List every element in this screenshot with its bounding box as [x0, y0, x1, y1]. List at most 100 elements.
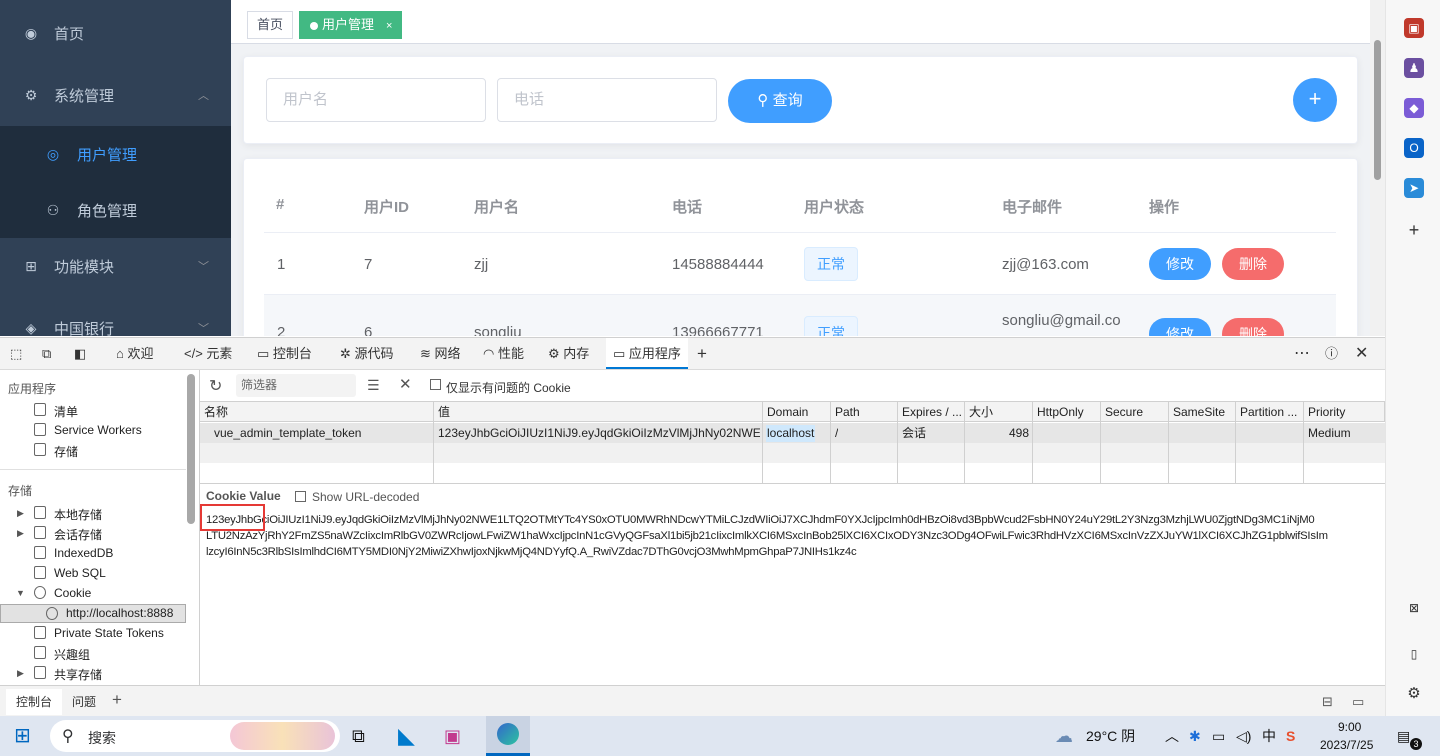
tab-sources[interactable]: ✲ 源代码 [340, 338, 394, 369]
sidebar-toggle-icon[interactable]: ▯ [1404, 644, 1424, 664]
add-tab-icon[interactable]: + [697, 338, 707, 369]
tree-item-local-storage[interactable]: 本地存储 [54, 506, 102, 523]
filter-input[interactable]: 筛选器 [236, 374, 356, 397]
edge-taskbar-button[interactable] [486, 716, 530, 756]
refresh-icon[interactable]: ↻ [209, 376, 222, 396]
delete-all-icon[interactable]: ✕ [399, 375, 412, 393]
clock-time[interactable]: 9:00 [1338, 720, 1361, 734]
tree-item-private-state-tokens[interactable]: Private State Tokens [54, 626, 164, 640]
col-size[interactable]: 大小 [965, 402, 1033, 422]
col-expires[interactable]: Expires / ... [898, 402, 965, 422]
col-partition[interactable]: Partition ... [1236, 402, 1304, 422]
cookie-value-text[interactable]: 123eyJhbGciOiJIUzI1NiJ9.eyJqdGkiOiIzMzVl… [206, 512, 1381, 560]
send-icon[interactable]: ➤ [1404, 178, 1424, 198]
notification-icon[interactable]: ▤ [1397, 716, 1410, 756]
clear-filtered-icon[interactable]: ☰ [367, 377, 380, 394]
intellij-icon[interactable]: ▣ [444, 716, 461, 756]
tab-welcome[interactable]: ⌂ 欢迎 [116, 338, 154, 369]
only-issues-checkbox[interactable] [430, 379, 441, 390]
expand-icon[interactable]: ▶ [17, 528, 24, 539]
tree-item-localhost-cookie[interactable]: http://localhost:8888 [66, 606, 173, 620]
weather-label[interactable]: 29°C 阴 [1086, 716, 1135, 756]
scrollbar-thumb[interactable] [187, 374, 195, 524]
tree-item-interest-groups[interactable]: 兴趣组 [54, 646, 90, 663]
col-name[interactable]: 名称 [200, 402, 434, 422]
sidebar-item-users[interactable]: ◎ 用户管理 [0, 126, 231, 182]
phone-input[interactable]: 电话 [497, 78, 717, 122]
tree-item-cookie[interactable]: Cookie [54, 586, 91, 600]
col-domain[interactable]: Domain [763, 402, 831, 422]
more-icon[interactable]: ⋯ [1294, 338, 1310, 369]
screenshot-icon[interactable]: ⊠ [1404, 598, 1424, 618]
tree-item-storage[interactable]: 存储 [54, 443, 78, 460]
scrollbar-thumb[interactable] [1374, 40, 1381, 180]
tools-icon[interactable]: ▣ [1404, 18, 1424, 38]
drawer-tab-console[interactable]: 控制台 [6, 689, 63, 715]
col-httponly[interactable]: HttpOnly [1033, 402, 1101, 422]
tray-app-icon[interactable]: ✱ [1189, 716, 1201, 756]
tree-item-indexeddb[interactable]: IndexedDB [54, 546, 113, 560]
delete-button[interactable]: 删除 [1222, 318, 1284, 336]
col-secure[interactable]: Secure [1101, 402, 1169, 422]
col-path[interactable]: Path [831, 402, 898, 422]
office-icon[interactable]: ◆ [1404, 98, 1424, 118]
windows-start-icon[interactable]: ⊞ [14, 716, 31, 756]
tab-memory[interactable]: ⚙ 内存 [548, 338, 589, 369]
add-drawer-tab-icon[interactable]: + [112, 690, 122, 710]
chevron-up-icon[interactable]: ︿ [1165, 716, 1179, 756]
tree-item-shared-storage[interactable]: 共享存储 [54, 666, 102, 683]
tree-item-manifest[interactable]: 清单 [54, 403, 78, 420]
collapse-icon[interactable]: ▼ [16, 588, 25, 598]
network-icon[interactable]: ▭ [1212, 716, 1225, 756]
settings-icon[interactable]: ⚙ [1404, 684, 1424, 704]
sidebar-item-modules[interactable]: ⊞ 功能模块 ﹀ [0, 238, 231, 294]
expand-icon[interactable]: ▶ [17, 508, 24, 519]
col-value[interactable]: 值 [434, 402, 763, 422]
tree-item-service-workers[interactable]: Service Workers [54, 423, 142, 437]
outlook-icon[interactable]: O [1404, 138, 1424, 158]
drawer-tab-issues[interactable]: 问题 [72, 689, 96, 715]
volume-icon[interactable]: ◁) [1236, 716, 1251, 756]
delete-button[interactable]: 删除 [1222, 248, 1284, 280]
tab-network[interactable]: ≋ 网络 [420, 338, 461, 369]
tag-user-management[interactable]: 用户管理 × [299, 11, 403, 39]
dock-icon[interactable]: ◧ [74, 338, 86, 369]
inspect-icon[interactable]: ⬚ [10, 338, 22, 369]
col-priority[interactable]: Priority [1304, 402, 1385, 422]
vscode-icon[interactable]: ◣ [398, 716, 415, 756]
sidebar-item-home[interactable]: ◉ 首页 [0, 5, 231, 61]
page-scrollbar[interactable] [1370, 0, 1385, 336]
ime-indicator[interactable]: 中 [1262, 716, 1276, 756]
help-icon[interactable]: ⓘ [1325, 338, 1338, 369]
tab-console[interactable]: ▭ 控制台 [257, 338, 312, 369]
tab-elements[interactable]: </> 元素 [184, 338, 232, 369]
device-icon[interactable]: ⧉ [42, 338, 51, 369]
close-icon[interactable]: × [386, 20, 392, 32]
search-button[interactable]: ⚲ 查询 [728, 79, 832, 123]
add-user-button[interactable]: + [1293, 78, 1337, 122]
tag-home[interactable]: 首页 [247, 11, 294, 39]
expand-icon[interactable]: ▶ [17, 668, 24, 679]
tab-application[interactable]: ▭ 应用程序 [606, 338, 688, 369]
tree-item-session-storage[interactable]: 会话存储 [54, 526, 102, 543]
tab-performance[interactable]: ◠ 性能 [483, 338, 524, 369]
task-view-icon[interactable]: ⧉ [352, 716, 365, 756]
edit-button[interactable]: 修改 [1149, 248, 1211, 280]
sidebar-item-system[interactable]: ⚙ 系统管理 ︿ [0, 67, 231, 123]
expand-drawer-icon[interactable]: ▭ [1352, 694, 1364, 710]
sogou-icon[interactable]: S [1286, 716, 1295, 756]
edit-button[interactable]: 修改 [1149, 318, 1211, 336]
col-samesite[interactable]: SameSite [1169, 402, 1236, 422]
sidebar-item-roles[interactable]: ⚇ 角色管理 [0, 182, 231, 238]
username-input[interactable]: 用户名 [266, 78, 486, 122]
tree-item-websql[interactable]: Web SQL [54, 566, 106, 580]
clock-date[interactable]: 2023/7/25 [1320, 738, 1373, 752]
add-icon[interactable]: + [1404, 220, 1424, 240]
sidebar-item-bank[interactable]: ◈ 中国银行 ﹀ [0, 300, 231, 337]
show-decoded-checkbox[interactable] [295, 491, 306, 502]
games-icon[interactable]: ♟ [1404, 58, 1424, 78]
close-icon[interactable]: ✕ [1355, 338, 1368, 369]
weather-icon[interactable]: ☁ [1055, 716, 1073, 756]
dock-bottom-icon[interactable]: ⊟ [1322, 694, 1333, 710]
taskbar-search[interactable]: ⚲ 搜索 [50, 720, 340, 752]
